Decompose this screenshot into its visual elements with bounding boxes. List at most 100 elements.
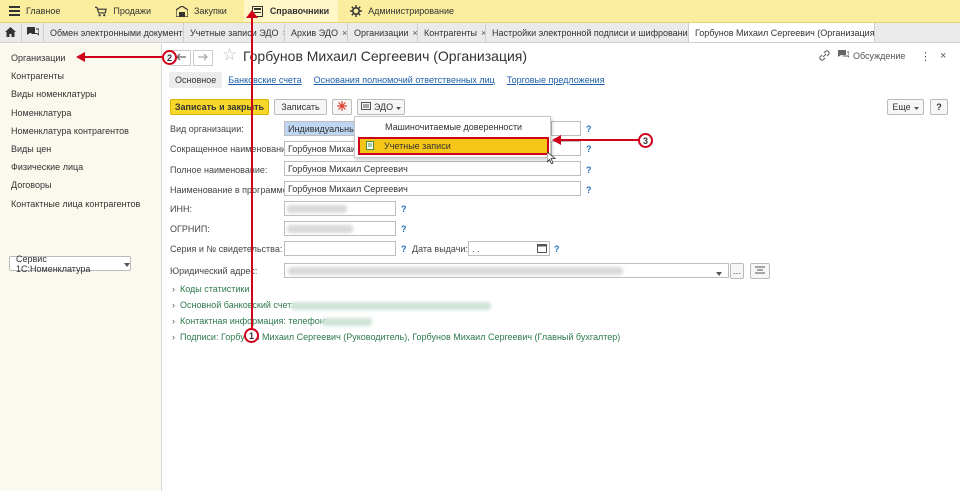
gear-icon [350, 5, 363, 17]
home-tab[interactable] [0, 23, 22, 42]
tab-label: Контрагенты [424, 27, 478, 38]
help-question-icon[interactable]: ? [586, 124, 592, 134]
section-label: Контактная информация: телефон: [180, 316, 328, 326]
tab-label: Архив ЭДО [291, 27, 338, 38]
more-vertical-icon[interactable]: ⋮ [920, 50, 931, 63]
more-button[interactable]: Еще [887, 99, 924, 115]
sidebar-item-price-types[interactable]: Виды цен [11, 144, 51, 154]
tab-signature-settings[interactable]: Настройки электронной подписи и шифрован… [486, 23, 689, 42]
help-button[interactable]: ? [930, 99, 948, 115]
chevron-down-icon[interactable] [716, 268, 722, 278]
menu-item-label: Продажи [113, 6, 151, 16]
edo-dropdown-menu: Машиночитаемые доверенности Учетные запи… [354, 116, 551, 158]
certificate-field[interactable] [284, 241, 396, 256]
chevron-right-icon: › [172, 284, 175, 294]
chat-icon [838, 50, 850, 61]
top-menu: Главное Продажи Закупки Справочники Адми… [0, 0, 960, 23]
discussion-button[interactable]: Обсуждение [838, 50, 905, 61]
subtab-trade-offers[interactable]: Торговые предложения [501, 72, 611, 88]
help-question-icon[interactable]: ? [401, 224, 407, 234]
calendar-icon[interactable] [537, 243, 547, 255]
section-stats-codes[interactable]: › Коды статистики [172, 284, 249, 294]
asterisk-button[interactable] [332, 99, 352, 115]
edo-label: ЭДО [373, 102, 394, 112]
link-icon[interactable] [819, 50, 830, 61]
home-icon [5, 26, 16, 39]
tab-organizations[interactable]: Организации × [348, 23, 418, 42]
program-name-field[interactable]: Горбунов Михаил Сергеевич [284, 181, 581, 196]
section-signatures[interactable]: › Подписи: Горбунов Михаил Сергеевич (Ру… [172, 332, 620, 342]
menu-item-accounts[interactable]: Учетные записи [358, 137, 549, 155]
short-name-field[interactable]: Горбунов Михаил С [284, 141, 357, 156]
sidebar-item-nomenclature[interactable]: Номенклатура [11, 108, 71, 118]
service-nomenclature-button[interactable]: Сервис 1С:Номенклатура [9, 254, 131, 274]
close-icon[interactable]: × [342, 28, 347, 38]
org-type-field-tail[interactable] [551, 121, 581, 136]
tab-strip: Обмен электронными документами × Учетные… [0, 23, 960, 43]
subtab-main[interactable]: Основное [169, 72, 223, 88]
sidebar-item-contracts[interactable]: Договоры [11, 180, 51, 190]
menu-item-admin[interactable]: Администрирование [342, 0, 463, 22]
menu-item-label: Учетные записи [384, 141, 451, 151]
close-form-icon[interactable]: × [940, 50, 946, 62]
messages-tab[interactable] [22, 23, 44, 42]
callout-3: 3 [638, 133, 653, 148]
tab-edo-accounts[interactable]: Учетные записи ЭДО × [184, 23, 285, 42]
address-menu-button[interactable] [750, 263, 770, 279]
tab-edo-archive[interactable]: Архив ЭДО × [285, 23, 348, 42]
mouse-cursor-icon [546, 151, 557, 166]
menu-item-purchases[interactable]: Закупки [168, 0, 236, 22]
help-question-icon[interactable]: ? [401, 204, 407, 214]
callout-1: 1 [244, 328, 259, 343]
page-title: Горбунов Михаил Сергеевич (Организация) [243, 48, 528, 64]
subtab-authority-grounds[interactable]: Основания полномочий ответственных лиц [308, 72, 501, 88]
section-contact-info[interactable]: › Контактная информация: телефон: [172, 316, 327, 326]
forward-button[interactable] [193, 50, 213, 66]
edo-icon [360, 102, 371, 112]
help-question-icon[interactable]: ? [554, 244, 560, 254]
address-label: Юридический адрес: [170, 266, 258, 276]
redacted-value [288, 267, 623, 275]
tab-counterparties[interactable]: Контрагенты × [418, 23, 486, 42]
save-and-close-button[interactable]: Записать и закрыть [170, 99, 269, 115]
full-name-field[interactable]: Горбунов Михаил Сергеевич [284, 161, 581, 176]
sidebar-item-contact-persons[interactable]: Контактные лица контрагентов [11, 199, 140, 209]
sidebar-item-counterparties[interactable]: Контрагенты [11, 71, 64, 81]
issue-date-label: Дата выдачи: [412, 244, 468, 254]
help-question-icon[interactable]: ? [401, 244, 407, 254]
redacted-value [322, 318, 372, 326]
section-label: Коды статистики [180, 284, 250, 294]
program-name-label: Наименование в программе: [170, 185, 291, 195]
menu-item-sales[interactable]: Продажи [87, 0, 160, 22]
cart-icon [95, 5, 108, 17]
save-button[interactable]: Записать [274, 99, 327, 115]
discussion-label: Обсуждение [853, 50, 906, 61]
tab-organization-card[interactable]: Горбунов Михаил Сергеевич (Организация) … [689, 23, 875, 42]
org-type-field[interactable]: Индивидуальный [284, 121, 357, 136]
edo-button[interactable]: ЭДО [357, 99, 405, 115]
sidebar-item-individuals[interactable]: Физические лица [11, 162, 83, 172]
org-type-label: Вид организации: [170, 124, 244, 134]
sidebar-item-counterparty-nomenclature[interactable]: Номенклатура контрагентов [11, 126, 129, 136]
organization-form: ☆ Горбунов Михаил Сергеевич (Организация… [163, 44, 960, 491]
favorite-star-icon[interactable]: ☆ [222, 45, 237, 65]
sidebar-item-organizations[interactable]: Организации [11, 53, 65, 63]
help-question-icon[interactable]: ? [586, 185, 592, 195]
annotation-line-2 [84, 56, 163, 58]
help-question-icon[interactable]: ? [586, 165, 592, 175]
menu-item-main[interactable]: Главное [0, 0, 69, 22]
address-choose-button[interactable]: … [730, 263, 744, 279]
chevron-down-icon [913, 102, 919, 112]
section-bank-account[interactable]: › Основной банковский счет: [172, 300, 294, 310]
sidebar: Организации Контрагенты Виды номенклатур… [0, 44, 162, 491]
list-icon [755, 266, 765, 276]
close-icon[interactable]: × [412, 28, 417, 38]
tab-edo-exchange[interactable]: Обмен электронными документами × [44, 23, 184, 42]
asterisk-icon [337, 101, 347, 113]
sidebar-item-nomenclature-types[interactable]: Виды номенклатуры [11, 89, 97, 99]
help-question-icon[interactable]: ? [586, 144, 592, 154]
menu-item-machine-readable-poa[interactable]: Машиночитаемые доверенности [385, 122, 522, 132]
ogrnip-label: ОГРНИП: [170, 224, 210, 234]
subtab-bank-accounts[interactable]: Банковские счета [222, 72, 307, 88]
tab-label: Организации [354, 27, 409, 38]
